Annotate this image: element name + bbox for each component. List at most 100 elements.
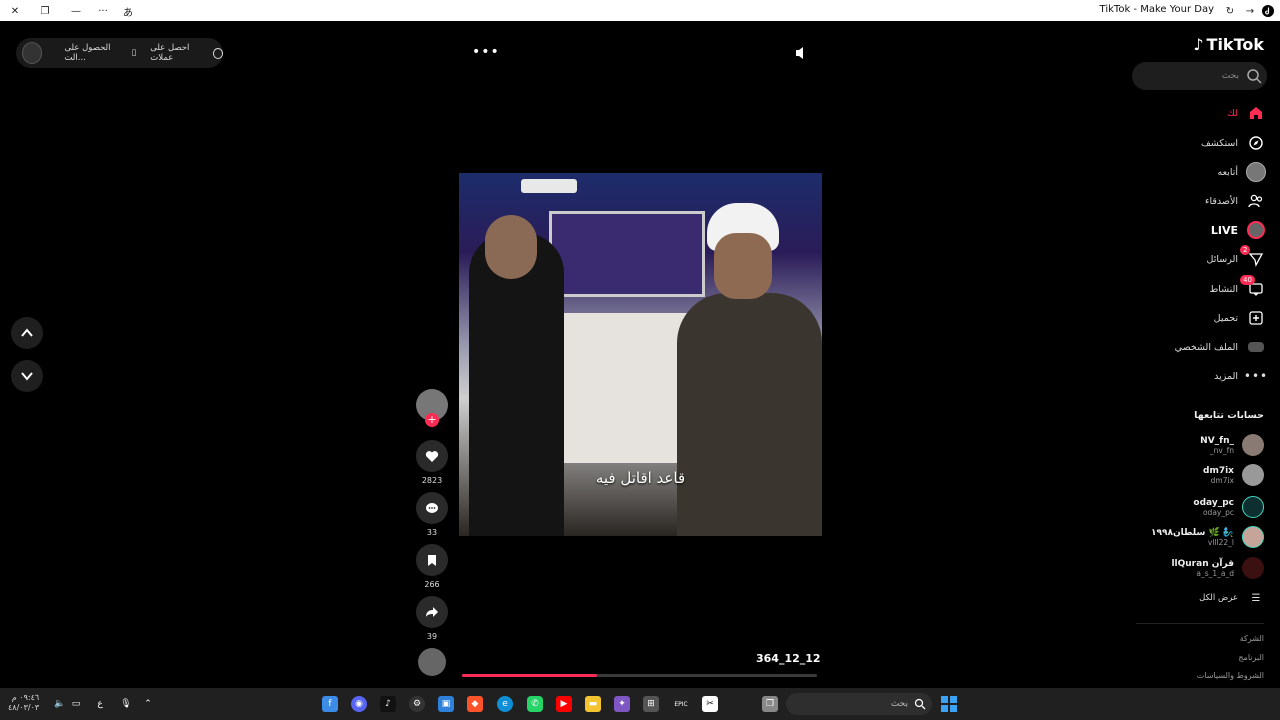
search-input[interactable]: بحث xyxy=(1132,62,1267,90)
taskbar-search[interactable]: بحث xyxy=(786,693,932,715)
sidebar-item-1[interactable]: استكشف xyxy=(1201,131,1266,155)
network-icon[interactable]: ▭ xyxy=(68,696,84,712)
more-icon: ••• xyxy=(1243,369,1269,383)
edge-browser-icon[interactable]: e xyxy=(497,696,513,712)
account-display-name: llQuran قرآن xyxy=(1171,558,1234,569)
video-player[interactable]: قاعد اقاتل فيه xyxy=(459,173,822,536)
forward-icon[interactable]: → xyxy=(1242,3,1258,19)
comment-icon xyxy=(426,502,438,513)
whatsapp-icon[interactable]: ✆ xyxy=(527,696,543,712)
mini-avatar[interactable] xyxy=(22,42,43,64)
sound-disc[interactable] xyxy=(418,648,446,676)
see-all-button[interactable]: عرض الكل ☰ xyxy=(1199,586,1266,610)
person-left-head xyxy=(485,215,537,279)
get-coins-label: احصل على عملات xyxy=(150,43,190,63)
tiktok-taskbar-icon[interactable]: ♪ xyxy=(380,696,396,712)
discord-app-icon[interactable]: ◉ xyxy=(351,696,367,712)
top-left-pill: الحصول على الت... ▯ احصل على عملات xyxy=(16,38,223,68)
facebook-app-icon[interactable]: f xyxy=(322,696,338,712)
account-names: llQuran قرآن a_s_1_a_d xyxy=(1171,559,1234,578)
sidebar-item-label: الأصدقاء xyxy=(1204,195,1238,207)
get-app-label: الحصول على الت... xyxy=(64,43,111,63)
activity-icon: 40 xyxy=(1240,275,1266,299)
heart-icon xyxy=(425,450,439,462)
sidebar-item-8[interactable]: الملف الشخصي xyxy=(1175,335,1266,359)
sidebar-item-6[interactable]: النشاط 40 xyxy=(1209,275,1266,301)
account-avatar xyxy=(1242,464,1264,486)
file-explorer-icon[interactable]: ▬ xyxy=(585,696,601,712)
taskbar-search-icon xyxy=(914,698,926,710)
following-account[interactable]: oday_pc oday_pc xyxy=(1193,492,1264,522)
video-progress-bar[interactable] xyxy=(462,674,817,677)
account-handle: oday_pc xyxy=(1202,507,1234,517)
share-arrow-icon xyxy=(426,607,438,617)
sidebar-item-0[interactable]: لك xyxy=(1227,101,1266,125)
translate-icon[interactable]: あ xyxy=(120,3,136,19)
copilot-icon[interactable]: ✦ xyxy=(614,696,630,712)
footer-program[interactable]: البرنامج xyxy=(1238,653,1264,662)
more-options-icon[interactable]: ••• xyxy=(472,44,500,60)
following-account[interactable]: dm7ix dm7ix xyxy=(1203,460,1264,490)
previous-video-button[interactable] xyxy=(11,317,43,349)
steam-app-icon[interactable]: ⚙ xyxy=(409,696,425,712)
sidebar-item-4[interactable]: LIVE xyxy=(1211,218,1266,242)
get-app-button[interactable]: الحصول على الت... ▯ xyxy=(64,43,136,63)
avatar-icon xyxy=(1246,162,1266,182)
person-right-head xyxy=(714,233,772,299)
sidebar-item-5[interactable]: الرسائل 2 xyxy=(1207,245,1266,271)
epic-games-icon[interactable]: EPIC xyxy=(673,696,689,712)
comment-button[interactable] xyxy=(416,492,448,524)
following-account[interactable]: llQuran قرآن a_s_1_a_d xyxy=(1171,553,1264,583)
windows-start-icon[interactable] xyxy=(941,696,957,716)
account-names: NV_fn_ _nv_fn xyxy=(1200,436,1234,455)
sidebar-item-9[interactable]: المزيد ••• xyxy=(1214,364,1269,388)
next-video-button[interactable] xyxy=(11,360,43,392)
close-icon[interactable]: ✕ xyxy=(7,3,23,19)
microphone-icon[interactable]: 🎙 xyxy=(118,696,134,712)
refresh-icon[interactable]: ↻ xyxy=(1222,3,1238,19)
share-button[interactable] xyxy=(416,596,448,628)
clock[interactable]: ٠٩:٤٦ م ٤٨/٠٣/٠٣ xyxy=(8,693,39,713)
footer-terms[interactable]: الشروط والسياسات xyxy=(1197,671,1264,680)
sidebar-item-7[interactable]: تحميل xyxy=(1214,306,1266,330)
task-view-icon[interactable]: ❐ xyxy=(762,696,778,712)
follow-plus-icon[interactable]: + xyxy=(425,413,439,427)
chevron-up-tray-icon[interactable]: ⌃ xyxy=(140,696,156,712)
brave-browser-icon[interactable]: ◆ xyxy=(467,696,483,712)
taskbar-search-placeholder: بحث xyxy=(890,699,908,709)
menu-dots-icon[interactable]: ··· xyxy=(95,3,111,19)
sidebar-item-3[interactable]: الأصدقاء xyxy=(1205,189,1266,213)
friends-icon xyxy=(1246,191,1266,211)
capcut-icon[interactable]: ✂ xyxy=(702,696,718,712)
sidebar-item-2[interactable]: أتابعه xyxy=(1218,160,1266,184)
window-titlebar: ✕ ❐ — ··· あ TikTok - Make Your Day ↻ → xyxy=(0,0,1280,21)
get-coins-button[interactable]: احصل على عملات xyxy=(150,43,223,63)
video-author[interactable]: 364_12_12 xyxy=(756,652,821,665)
footer-company[interactable]: الشركة xyxy=(1240,634,1264,643)
tiktok-logo[interactable]: ♪ TikTok xyxy=(1193,35,1264,54)
following-account[interactable]: سلطان١٩٩٨ 🌿 🧞‍♂️ vlll22_l xyxy=(1151,522,1264,552)
live-icon xyxy=(1246,220,1266,240)
sidebar: ♪ TikTok بحث لك استكشف أتابعه الأصدقاء LIVE ا… xyxy=(1132,21,1280,688)
profile-icon xyxy=(1246,337,1266,357)
following-account[interactable]: NV_fn_ _nv_fn xyxy=(1200,430,1264,460)
account-display-name: سلطان١٩٩٨ 🌿 🧞‍♂️ xyxy=(1150,527,1234,538)
volume-icon[interactable] xyxy=(795,45,807,64)
sidebar-item-label: LIVE xyxy=(1210,223,1238,237)
account-handle: _nv_fn xyxy=(1209,445,1234,455)
tiktok-app-icon xyxy=(1260,3,1276,19)
restore-icon[interactable]: ❐ xyxy=(37,3,53,19)
save-button[interactable] xyxy=(416,544,448,576)
speaker-icon[interactable]: 🔈 xyxy=(52,696,68,712)
save-count: 266 xyxy=(424,580,440,589)
person-left xyxy=(469,233,564,536)
clock-date: ٤٨/٠٣/٠٣ xyxy=(8,703,40,712)
youtube-icon[interactable]: ▶ xyxy=(556,696,572,712)
minimize-icon[interactable]: — xyxy=(68,3,84,19)
input-language[interactable]: ع xyxy=(92,696,108,712)
sidebar-item-label: تحميل xyxy=(1213,312,1238,324)
clock-time: ٠٩:٤٦ م xyxy=(11,693,40,702)
window-app-icon[interactable]: ▣ xyxy=(438,696,454,712)
store-icon[interactable]: ⊞ xyxy=(643,696,659,712)
like-button[interactable] xyxy=(416,440,448,472)
